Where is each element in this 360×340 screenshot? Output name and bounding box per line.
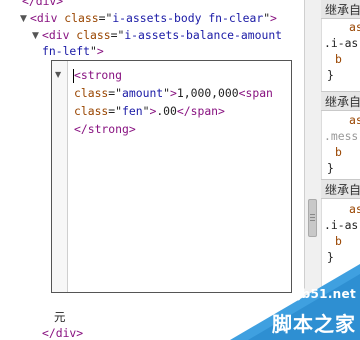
inherited-section-header[interactable]: 继承自 xyxy=(321,91,360,111)
edit-gutter: ▼ xyxy=(52,61,68,292)
edit-line[interactable]: class="amount">1,000,000<span xyxy=(74,84,273,102)
section-title: 继承自 xyxy=(325,183,360,197)
css-selector[interactable]: .i-as xyxy=(324,217,358,233)
css-selector[interactable]: .mess xyxy=(324,128,358,144)
attr-name: class xyxy=(76,28,111,42)
rule-close-brace: } xyxy=(327,250,334,264)
style-property-frag: b xyxy=(335,52,342,66)
close-div-line[interactable]: </div> xyxy=(42,325,83,340)
span-open-tag: <span xyxy=(238,86,273,100)
tag-name: div xyxy=(36,11,58,25)
rule-close-brace: } xyxy=(327,68,334,82)
attr-value: fn-left xyxy=(42,44,91,58)
edit-line[interactable]: </strong> xyxy=(74,120,136,138)
style-property-frag: as xyxy=(349,20,360,34)
balance-amount-line[interactable]: <div class="i-assets-balance-amount xyxy=(42,27,282,43)
watermark-site: jb51.net xyxy=(297,287,356,301)
strong-close-tag: </strong> xyxy=(74,122,136,136)
tag-name: </div> xyxy=(42,326,84,340)
attr-name: class xyxy=(64,11,99,25)
inherited-section-header[interactable]: 继承自 xyxy=(321,0,360,19)
attr-name: class xyxy=(74,86,109,100)
attr-value: fen xyxy=(122,104,143,118)
style-property-frag: as xyxy=(349,113,360,127)
html-edit-box[interactable]: ▼ <strong class="amount">1,000,000<span … xyxy=(51,60,292,293)
balance-amount-line-cont[interactable]: fn-left"> xyxy=(42,43,104,59)
strong-open-tag: <strong xyxy=(74,68,123,82)
tag-name: </div> xyxy=(22,0,64,8)
watermark-name: 脚本之家 xyxy=(272,312,356,336)
attr-value: i-assets-body fn-clear xyxy=(112,11,264,25)
tag-name: div xyxy=(48,28,70,42)
watermark-logo: jb51.net 脚本之家 xyxy=(230,264,360,340)
style-property-frag: b xyxy=(335,234,342,248)
inherited-section-header[interactable]: 继承自 xyxy=(321,179,360,199)
amount-text: 1,000,000 xyxy=(176,86,239,100)
expand-triangle-icon[interactable]: ▼ xyxy=(20,14,27,24)
style-property-frag: as xyxy=(349,202,360,216)
edit-line[interactable]: class="fen">.00</span> xyxy=(74,102,225,120)
attr-value: amount xyxy=(122,86,164,100)
attr-value: i-assets-balance-amount xyxy=(124,28,283,42)
fold-arrow-icon[interactable]: ▼ xyxy=(55,70,61,79)
close-div-line[interactable]: </div> xyxy=(22,0,63,9)
fen-text: .00 xyxy=(156,104,177,118)
attr-name: class xyxy=(74,104,109,118)
edit-line[interactable]: <strong xyxy=(74,66,122,84)
expand-triangle-icon[interactable]: ▼ xyxy=(32,31,39,41)
text-node-line[interactable]: 元 xyxy=(54,309,65,325)
span-close-tag: </span> xyxy=(176,104,225,118)
scrollbar-thumb[interactable] xyxy=(308,199,317,237)
rule-close-brace: } xyxy=(327,161,334,175)
section-title: 继承自 xyxy=(325,3,360,17)
style-property-frag: b xyxy=(335,145,342,159)
assets-body-line[interactable]: <div class="i-assets-body fn-clear"> xyxy=(30,10,277,26)
section-title: 继承自 xyxy=(325,95,360,109)
css-selector[interactable]: .i-as xyxy=(324,35,358,51)
text-node: 元 xyxy=(54,310,66,324)
